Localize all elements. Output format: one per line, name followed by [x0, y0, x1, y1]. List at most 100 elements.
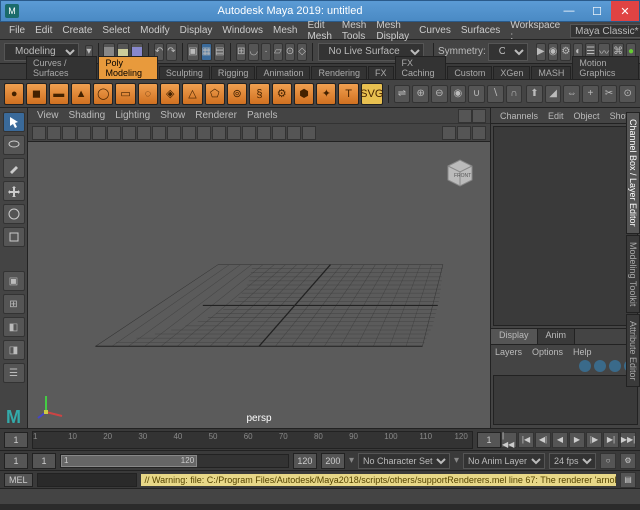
panel-lighting[interactable]: Lighting: [110, 110, 155, 121]
shelf-tab-mash[interactable]: MASH: [531, 66, 571, 79]
layer-new-icon[interactable]: [579, 360, 591, 372]
poly-cube-icon[interactable]: ◼: [26, 83, 46, 105]
bool-inter-icon[interactable]: ∩: [506, 85, 523, 103]
layout-list-icon[interactable]: ☰: [3, 363, 25, 383]
close-button[interactable]: ✕: [611, 1, 639, 21]
layer-menu-options[interactable]: Options: [532, 347, 563, 357]
rewind-icon[interactable]: |◀◀: [501, 432, 517, 448]
layout-four-icon[interactable]: ⊞: [3, 294, 25, 314]
shelf-tab-xgen[interactable]: XGen: [493, 66, 530, 79]
pt-ao-icon[interactable]: [212, 126, 226, 140]
fast-fwd-icon[interactable]: ▶▶|: [620, 432, 636, 448]
step-fwd-icon[interactable]: ▶|: [603, 432, 619, 448]
layer-down-icon[interactable]: [609, 360, 621, 372]
layout-persp-icon[interactable]: ◨: [3, 340, 25, 360]
pt-light-icon[interactable]: [182, 126, 196, 140]
pt-shade-icon[interactable]: [122, 126, 136, 140]
select-component-icon[interactable]: ▦: [201, 43, 212, 61]
paint-select-tool[interactable]: [3, 158, 25, 178]
append-icon[interactable]: +: [582, 85, 599, 103]
charset-dropdown[interactable]: No Character Set: [358, 453, 450, 469]
bookmarks-icon[interactable]: [472, 109, 486, 123]
layer-menu-layers[interactable]: Layers: [495, 347, 522, 357]
side-tab-modeling-toolkit[interactable]: Modeling Toolkit: [626, 235, 640, 313]
pt-wire-icon[interactable]: [137, 126, 151, 140]
separate-icon[interactable]: ⊖: [431, 85, 448, 103]
shelf-tab-curves[interactable]: Curves / Surfaces: [26, 56, 97, 79]
poly-cylinder-icon[interactable]: ▬: [49, 83, 69, 105]
pt-motion-icon[interactable]: [227, 126, 241, 140]
bridge-icon[interactable]: ⇔: [563, 85, 580, 103]
pt-tex-icon[interactable]: [167, 126, 181, 140]
animlayer-dropdown[interactable]: No Anim Layer: [463, 453, 545, 469]
prefs-icon[interactable]: ⚙: [620, 453, 636, 469]
menu-select[interactable]: Select: [97, 25, 135, 36]
menu-mesh[interactable]: Mesh: [268, 25, 302, 36]
layer-list[interactable]: [493, 375, 638, 425]
menu-surfaces[interactable]: Surfaces: [456, 25, 505, 36]
chan-tab-edit[interactable]: Edit: [543, 111, 569, 121]
poly-pyramid-icon[interactable]: △: [182, 83, 202, 105]
fps-dropdown[interactable]: 24 fps: [549, 453, 596, 469]
channel-list[interactable]: [493, 126, 638, 326]
move-tool[interactable]: [3, 181, 25, 201]
time-scale[interactable]: 1 10 20 30 40 50 60 70 80 90 100 110 120: [32, 431, 473, 449]
shelf-tab-custom[interactable]: Custom: [447, 66, 492, 79]
pt-gamma-icon[interactable]: [457, 126, 471, 140]
panel-view[interactable]: View: [32, 110, 64, 121]
shelf-tab-fx[interactable]: FX: [368, 66, 394, 79]
select-object-icon[interactable]: ▣: [187, 43, 198, 61]
shelf-tab-motion[interactable]: Motion Graphics: [572, 56, 639, 79]
smooth-icon[interactable]: ◉: [450, 85, 467, 103]
menu-curves[interactable]: Curves: [414, 25, 456, 36]
layer-up-icon[interactable]: [594, 360, 606, 372]
step-back-icon[interactable]: |◀: [518, 432, 534, 448]
snap-point-icon[interactable]: ·: [261, 43, 271, 61]
side-tab-attribute-editor[interactable]: Attribute Editor: [626, 314, 640, 388]
render-settings-icon[interactable]: ⚙: [560, 43, 571, 61]
combine-icon[interactable]: ⊕: [412, 85, 429, 103]
play-fwd-icon[interactable]: ▶: [569, 432, 585, 448]
layer-menu-help[interactable]: Help: [573, 347, 592, 357]
layer-tab-display[interactable]: Display: [491, 329, 538, 344]
multicut-icon[interactable]: ✂: [601, 85, 618, 103]
menu-edit-mesh[interactable]: Edit Mesh: [302, 20, 336, 42]
select-hierarchy-icon[interactable]: ▤: [214, 43, 225, 61]
lasso-tool[interactable]: [3, 135, 25, 155]
svg-icon[interactable]: SVG: [361, 83, 383, 105]
pt-gate-icon[interactable]: [92, 126, 106, 140]
shelf-tab-poly[interactable]: Poly Modeling: [98, 56, 157, 79]
pt-film-icon[interactable]: [77, 126, 91, 140]
menu-display[interactable]: Display: [175, 25, 218, 36]
shelf-tab-sculpting[interactable]: Sculpting: [159, 66, 210, 79]
target-weld-icon[interactable]: ⊙: [619, 85, 636, 103]
pt-camera-icon[interactable]: [47, 126, 61, 140]
bool-diff-icon[interactable]: ∖: [487, 85, 504, 103]
pt-expose-icon[interactable]: [442, 126, 456, 140]
poly-soccer-icon[interactable]: ⬢: [294, 83, 314, 105]
range-out[interactable]: [293, 453, 317, 469]
range-start[interactable]: [4, 453, 28, 469]
poly-type-icon[interactable]: T: [338, 83, 358, 105]
poly-prism-icon[interactable]: ⬠: [205, 83, 225, 105]
viewport[interactable]: FRONT persp: [28, 142, 490, 428]
poly-disc-icon[interactable]: ◌: [138, 83, 158, 105]
chan-tab-object[interactable]: Object: [569, 111, 605, 121]
menu-modify[interactable]: Modify: [135, 25, 174, 36]
menu-create[interactable]: Create: [57, 25, 97, 36]
autokey-icon[interactable]: ○: [600, 453, 616, 469]
command-input[interactable]: [37, 473, 137, 487]
menu-file[interactable]: File: [4, 25, 30, 36]
camera-attr-icon[interactable]: [458, 109, 472, 123]
pt-joint-icon[interactable]: [287, 126, 301, 140]
symmetry-dropdown[interactable]: Off: [488, 43, 528, 61]
pt-grid-icon[interactable]: [62, 126, 76, 140]
chan-tab-channels[interactable]: Channels: [495, 111, 543, 121]
shelf-tab-rigging[interactable]: Rigging: [211, 66, 256, 79]
snap-center-icon[interactable]: ⊙: [285, 43, 295, 61]
pt-select-icon[interactable]: [32, 126, 46, 140]
render-icon[interactable]: ▶: [536, 43, 546, 61]
mirror-icon[interactable]: ⇌: [394, 85, 411, 103]
snap-live-icon[interactable]: ◇: [297, 43, 307, 61]
platonic-icon[interactable]: ◈: [160, 83, 180, 105]
